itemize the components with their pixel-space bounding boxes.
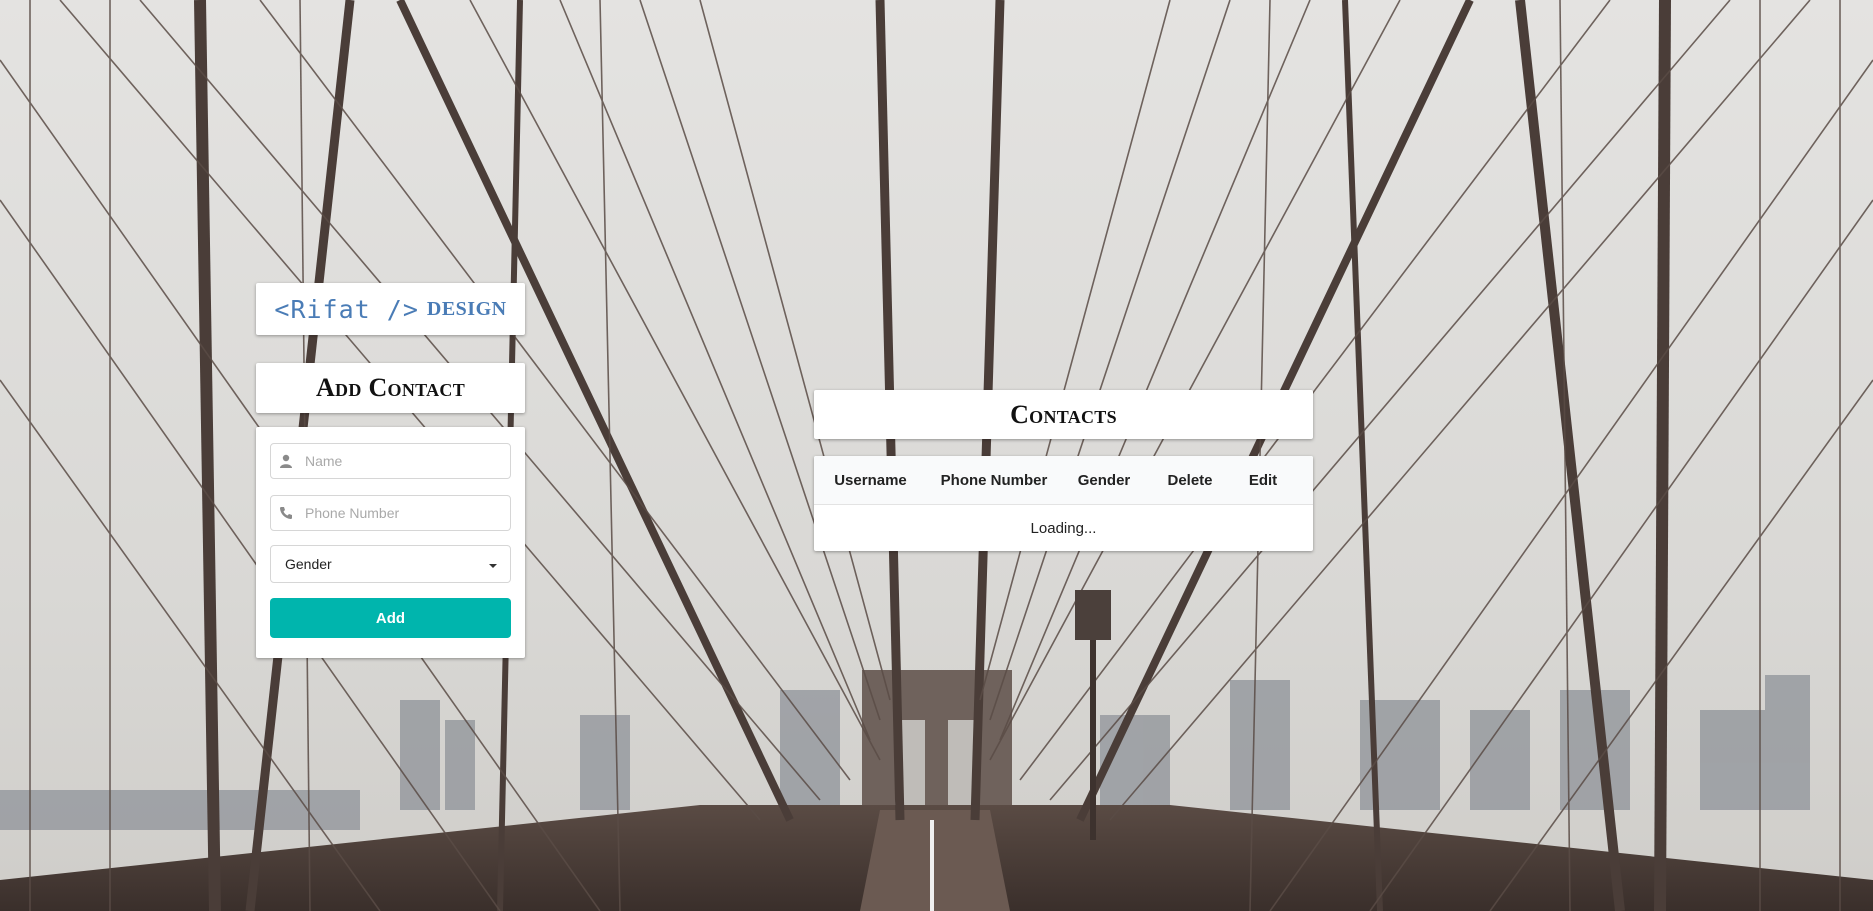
name-field[interactable] [270, 443, 511, 479]
contacts-table: Username Phone Number Gender Delete Edit… [814, 456, 1313, 551]
column-header-phone-number: Phone Number [940, 471, 1048, 489]
column-header-edit: Edit [1248, 471, 1278, 489]
phone-icon [271, 506, 301, 520]
table-header-row: Username Phone Number Gender Delete Edit [814, 456, 1313, 505]
add-button[interactable]: Add [270, 598, 511, 638]
contacts-header: Contacts [814, 390, 1313, 439]
add-contact-header: Add Contact [256, 363, 525, 413]
gender-select[interactable]: Gender [270, 545, 511, 583]
user-icon [271, 454, 301, 468]
column-header-username: Username [834, 471, 907, 489]
phone-number-input[interactable] [301, 496, 510, 530]
phone-field[interactable] [270, 495, 511, 531]
add-contact-form: Gender Add [256, 427, 525, 658]
column-header-delete: Delete [1167, 471, 1213, 489]
name-input[interactable] [301, 444, 510, 478]
logo-panel: <Rifat /> DESIGN [256, 283, 525, 335]
logo-code-text: <Rifat /> [274, 294, 419, 324]
add-contact-title: Add Contact [315, 373, 466, 402]
column-header-gender: Gender [1077, 471, 1131, 489]
loading-status: Loading... [1030, 519, 1097, 537]
gender-select-value: Gender [285, 556, 332, 572]
logo-word-text: DESIGN [426, 297, 507, 320]
caret-down-icon [488, 556, 498, 572]
contacts-title: Contacts [1010, 399, 1117, 429]
